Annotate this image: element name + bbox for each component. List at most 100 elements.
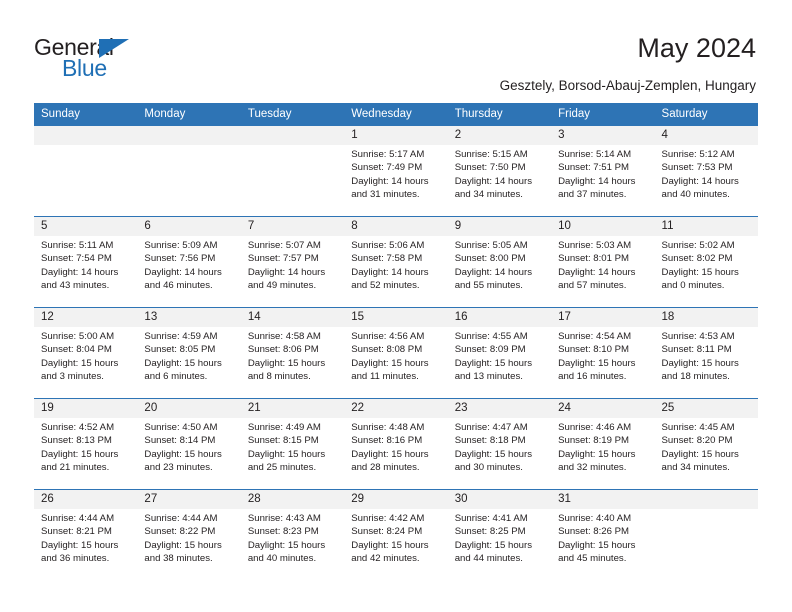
sunset-text: Sunset: 8:14 PM (144, 435, 216, 447)
day-cell[interactable]: Sunrise: 4:44 AM Sunset: 8:21 PM Dayligh… (34, 509, 137, 580)
day-number[interactable] (241, 126, 344, 145)
sunrise-text: Sunrise: 4:43 AM (247, 513, 321, 524)
page-title: May 2024 (637, 33, 756, 63)
brand-logo[interactable]: General Blue (34, 36, 234, 86)
day-number[interactable]: 12 (34, 308, 137, 327)
daylight-text-line1: Daylight: 14 hours (41, 266, 119, 278)
day-number[interactable]: 7 (241, 217, 344, 236)
day-cell[interactable]: Sunrise: 5:06 AM Sunset: 7:58 PM Dayligh… (344, 236, 447, 307)
daylight-text-line1: Daylight: 14 hours (144, 266, 222, 278)
day-number[interactable] (34, 126, 137, 145)
day-cell[interactable] (655, 509, 758, 580)
day-number[interactable]: 2 (448, 126, 551, 145)
day-number[interactable]: 21 (241, 399, 344, 418)
daylight-text-line1: Daylight: 14 hours (351, 175, 429, 187)
week-day-numbers: 19 20 21 22 23 24 25 (34, 399, 758, 418)
day-number[interactable]: 29 (344, 490, 447, 509)
day-cell[interactable]: Sunrise: 4:52 AM Sunset: 8:13 PM Dayligh… (34, 418, 137, 489)
day-cell[interactable]: Sunrise: 4:43 AM Sunset: 8:23 PM Dayligh… (241, 509, 344, 580)
page-subtitle: Gesztely, Borsod-Abauj-Zemplen, Hungary (499, 78, 756, 93)
day-number[interactable]: 28 (241, 490, 344, 509)
day-number[interactable]: 8 (344, 217, 447, 236)
day-cell[interactable]: Sunrise: 5:14 AM Sunset: 7:51 PM Dayligh… (551, 145, 654, 216)
day-cell[interactable]: Sunrise: 4:59 AM Sunset: 8:05 PM Dayligh… (137, 327, 240, 398)
day-number[interactable]: 25 (655, 399, 758, 418)
day-cell[interactable] (34, 145, 137, 216)
sunrise-text: Sunrise: 4:46 AM (558, 422, 632, 433)
day-number[interactable]: 23 (448, 399, 551, 418)
daylight-text-line1: Daylight: 14 hours (454, 266, 533, 278)
day-cell[interactable]: Sunrise: 4:49 AM Sunset: 8:15 PM Dayligh… (241, 418, 344, 489)
day-number[interactable]: 20 (137, 399, 240, 418)
day-number[interactable]: 30 (448, 490, 551, 509)
day-number[interactable]: 1 (344, 126, 447, 145)
day-number[interactable]: 24 (551, 399, 654, 418)
day-cell[interactable]: Sunrise: 4:42 AM Sunset: 8:24 PM Dayligh… (344, 509, 447, 580)
sunrise-text: Sunrise: 5:00 AM (41, 331, 115, 342)
sunrise-text: Sunrise: 4:44 AM (41, 513, 115, 524)
daylight-text-line1: Daylight: 14 hours (661, 175, 739, 187)
day-cell[interactable]: Sunrise: 4:44 AM Sunset: 8:22 PM Dayligh… (137, 509, 240, 580)
sunset-text: Sunset: 8:23 PM (247, 526, 319, 538)
day-cell[interactable]: Sunrise: 5:17 AM Sunset: 7:49 PM Dayligh… (344, 145, 447, 216)
day-number[interactable]: 17 (551, 308, 654, 327)
day-number[interactable]: 19 (34, 399, 137, 418)
day-cell[interactable]: Sunrise: 4:45 AM Sunset: 8:20 PM Dayligh… (655, 418, 758, 489)
day-cell[interactable]: Sunrise: 5:09 AM Sunset: 7:56 PM Dayligh… (137, 236, 240, 307)
day-cell[interactable]: Sunrise: 4:41 AM Sunset: 8:25 PM Dayligh… (448, 509, 551, 580)
day-cell[interactable]: Sunrise: 4:47 AM Sunset: 8:18 PM Dayligh… (448, 418, 551, 489)
day-cell[interactable]: Sunrise: 5:02 AM Sunset: 8:02 PM Dayligh… (655, 236, 758, 307)
day-cell[interactable]: Sunrise: 5:03 AM Sunset: 8:01 PM Dayligh… (551, 236, 654, 307)
daylight-text-line2: and 11 minutes. (351, 371, 419, 383)
day-number[interactable]: 10 (551, 217, 654, 236)
sunset-text: Sunset: 8:04 PM (41, 344, 112, 356)
day-number[interactable]: 3 (551, 126, 654, 145)
sunrise-text: Sunrise: 4:48 AM (351, 422, 425, 433)
day-number[interactable]: 26 (34, 490, 137, 509)
day-cell[interactable]: Sunrise: 4:58 AM Sunset: 8:06 PM Dayligh… (241, 327, 344, 398)
day-number[interactable]: 15 (344, 308, 447, 327)
day-cell[interactable]: Sunrise: 5:15 AM Sunset: 7:50 PM Dayligh… (448, 145, 551, 216)
day-number[interactable]: 14 (241, 308, 344, 327)
day-number[interactable]: 13 (137, 308, 240, 327)
daylight-text-line2: and 55 minutes. (454, 280, 523, 292)
day-cell[interactable]: Sunrise: 4:40 AM Sunset: 8:26 PM Dayligh… (551, 509, 654, 580)
day-cell[interactable]: Sunrise: 4:56 AM Sunset: 8:08 PM Dayligh… (344, 327, 447, 398)
day-cell[interactable]: Sunrise: 5:07 AM Sunset: 7:57 PM Dayligh… (241, 236, 344, 307)
day-cell[interactable]: Sunrise: 4:53 AM Sunset: 8:11 PM Dayligh… (655, 327, 758, 398)
day-number[interactable]: 9 (448, 217, 551, 236)
sunset-text: Sunset: 8:11 PM (661, 344, 732, 356)
day-cell[interactable]: Sunrise: 4:55 AM Sunset: 8:09 PM Dayligh… (448, 327, 551, 398)
day-cell[interactable]: Sunrise: 4:54 AM Sunset: 8:10 PM Dayligh… (551, 327, 654, 398)
day-number[interactable]: 4 (655, 126, 758, 145)
day-cell[interactable]: Sunrise: 5:05 AM Sunset: 8:00 PM Dayligh… (448, 236, 551, 307)
sunset-text: Sunset: 8:05 PM (144, 344, 216, 356)
day-cell[interactable] (241, 145, 344, 216)
day-number[interactable]: 27 (137, 490, 240, 509)
day-cell[interactable] (137, 145, 240, 216)
day-number[interactable]: 6 (137, 217, 240, 236)
day-cell[interactable]: Sunrise: 4:50 AM Sunset: 8:14 PM Dayligh… (137, 418, 240, 489)
day-number[interactable]: 22 (344, 399, 447, 418)
day-cell[interactable]: Sunrise: 5:00 AM Sunset: 8:04 PM Dayligh… (34, 327, 137, 398)
day-number[interactable]: 31 (551, 490, 654, 509)
day-number[interactable] (655, 490, 758, 509)
day-cell[interactable]: Sunrise: 5:11 AM Sunset: 7:54 PM Dayligh… (34, 236, 137, 307)
daylight-text-line2: and 40 minutes. (661, 189, 730, 201)
daylight-text-line1: Daylight: 14 hours (247, 266, 326, 278)
day-cell[interactable]: Sunrise: 4:46 AM Sunset: 8:19 PM Dayligh… (551, 418, 654, 489)
day-number[interactable] (137, 126, 240, 145)
day-number[interactable]: 16 (448, 308, 551, 327)
week-day-numbers: 5 6 7 8 9 10 11 (34, 217, 758, 236)
daylight-text-line2: and 52 minutes. (351, 280, 420, 292)
day-cell[interactable]: Sunrise: 5:12 AM Sunset: 7:53 PM Dayligh… (655, 145, 758, 216)
day-number[interactable]: 5 (34, 217, 137, 236)
day-number[interactable]: 11 (655, 217, 758, 236)
daylight-text-line2: and 6 minutes. (144, 371, 208, 383)
day-number[interactable]: 18 (655, 308, 758, 327)
sunrise-text: Sunrise: 5:02 AM (661, 240, 735, 251)
daylight-text-line2: and 25 minutes. (247, 462, 317, 474)
day-cell[interactable]: Sunrise: 4:48 AM Sunset: 8:16 PM Dayligh… (344, 418, 447, 489)
week-day-numbers: 12 13 14 15 16 17 18 (34, 308, 758, 327)
sunrise-text: Sunrise: 5:07 AM (247, 240, 321, 251)
